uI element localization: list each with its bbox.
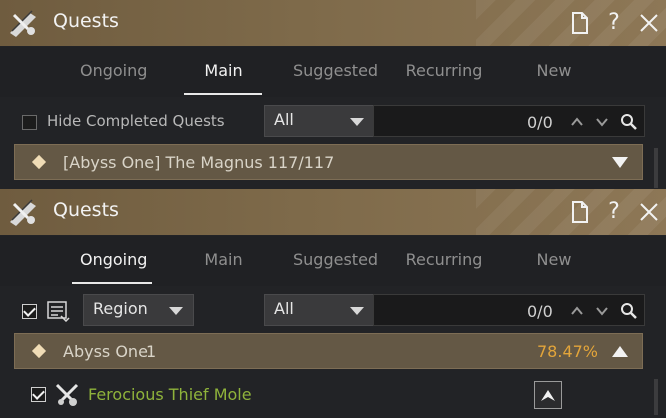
chevron-down-icon — [169, 307, 183, 315]
quest-group-label: [Abyss One] The Magnus 117/117 — [63, 153, 335, 172]
detach-button[interactable] — [568, 11, 592, 35]
chevron-down-icon — [596, 118, 608, 127]
active-tab-indicator — [184, 93, 262, 95]
quest-diamond-icon — [31, 154, 47, 170]
quest-list-icon[interactable] — [46, 300, 70, 322]
help-button[interactable]: ? — [602, 11, 626, 35]
tab-recurring[interactable]: Recurring — [404, 250, 484, 269]
scrollbar[interactable] — [654, 148, 658, 188]
document-icon — [572, 201, 588, 223]
hide-completed-label: Hide Completed Quests — [47, 112, 225, 130]
tab-suggested[interactable]: Suggested — [293, 61, 378, 80]
category-dropdown-value: All — [274, 299, 294, 318]
sort-dropdown-value: Region — [93, 299, 148, 318]
tab-ongoing[interactable]: Ongoing — [80, 61, 147, 80]
close-icon — [640, 14, 658, 32]
search-icon — [621, 114, 637, 130]
tab-new[interactable]: New — [534, 61, 574, 80]
document-icon — [572, 12, 588, 34]
filter-row: Region All 0/0 — [0, 291, 666, 331]
previous-result-button[interactable] — [569, 114, 585, 130]
next-result-button[interactable] — [594, 114, 610, 130]
tab-recurring[interactable]: Recurring — [404, 61, 484, 80]
expand-icon[interactable] — [612, 157, 628, 168]
sort-dropdown[interactable]: Region — [83, 294, 194, 326]
quest-diamond-icon — [31, 343, 47, 359]
chevron-down-icon — [596, 307, 608, 316]
close-button[interactable] — [637, 200, 661, 224]
result-counter: 0/0 — [527, 113, 553, 132]
scrollbar[interactable] — [654, 379, 658, 415]
category-dropdown[interactable]: All — [264, 294, 375, 326]
quest-group-row[interactable]: Abyss One 1 78.47% — [14, 333, 643, 369]
tab-main[interactable]: Main — [196, 250, 251, 269]
filter-row: Hide Completed Quests All 0/0 — [0, 102, 666, 142]
help-button[interactable]: ? — [602, 200, 626, 224]
scroll-quill-icon — [10, 199, 36, 226]
tab-main[interactable]: Main — [196, 61, 251, 80]
quest-group-count: 1 — [146, 342, 157, 361]
help-icon: ? — [608, 10, 620, 35]
sword-quest-icon — [55, 383, 79, 406]
chevron-up-icon — [571, 306, 583, 315]
tab-bar: Ongoing Main Suggested Recurring New — [0, 236, 666, 286]
category-dropdown[interactable]: All — [264, 105, 375, 137]
search-button[interactable] — [620, 113, 638, 131]
quest-group-label: Abyss One — [63, 342, 148, 361]
quest-window-main: Quests ? Ongoing Main Suggested Recurrin… — [0, 0, 666, 190]
scroll-quill-icon — [10, 10, 36, 37]
quest-checkbox[interactable] — [31, 387, 46, 402]
window-title: Quests — [53, 10, 119, 32]
chevron-down-icon — [350, 307, 364, 315]
select-all-checkbox[interactable] — [22, 304, 37, 319]
next-result-button[interactable] — [594, 303, 610, 319]
title-bar[interactable]: Quests ? — [0, 189, 666, 235]
navigate-button[interactable] — [534, 381, 562, 409]
quest-window-ongoing: Quests ? Ongoing Main Suggested Recurrin… — [0, 189, 666, 418]
previous-result-button[interactable] — [569, 303, 585, 319]
quest-name[interactable]: Ferocious Thief Mole — [88, 385, 252, 404]
window-title: Quests — [53, 199, 119, 221]
quest-group-row[interactable]: [Abyss One] The Magnus 117/117 — [14, 144, 643, 180]
detach-button[interactable] — [568, 200, 592, 224]
close-button[interactable] — [637, 11, 661, 35]
active-tab-indicator — [72, 282, 152, 284]
help-icon: ? — [608, 199, 620, 224]
category-dropdown-value: All — [274, 110, 294, 129]
navigate-icon — [541, 390, 555, 401]
result-counter: 0/0 — [527, 302, 553, 321]
search-button[interactable] — [620, 302, 638, 320]
close-icon — [640, 203, 658, 221]
search-icon — [621, 303, 637, 319]
tab-bar: Ongoing Main Suggested Recurring New — [0, 47, 666, 97]
tab-suggested[interactable]: Suggested — [293, 250, 378, 269]
title-bar[interactable]: Quests ? — [0, 0, 666, 46]
quest-group-progress: 78.47% — [537, 342, 599, 361]
chevron-down-icon — [350, 118, 364, 126]
tab-new[interactable]: New — [534, 250, 574, 269]
chevron-up-icon — [571, 117, 583, 126]
tab-ongoing[interactable]: Ongoing — [80, 250, 147, 269]
collapse-icon[interactable] — [612, 346, 628, 357]
hide-completed-checkbox[interactable] — [22, 115, 37, 130]
